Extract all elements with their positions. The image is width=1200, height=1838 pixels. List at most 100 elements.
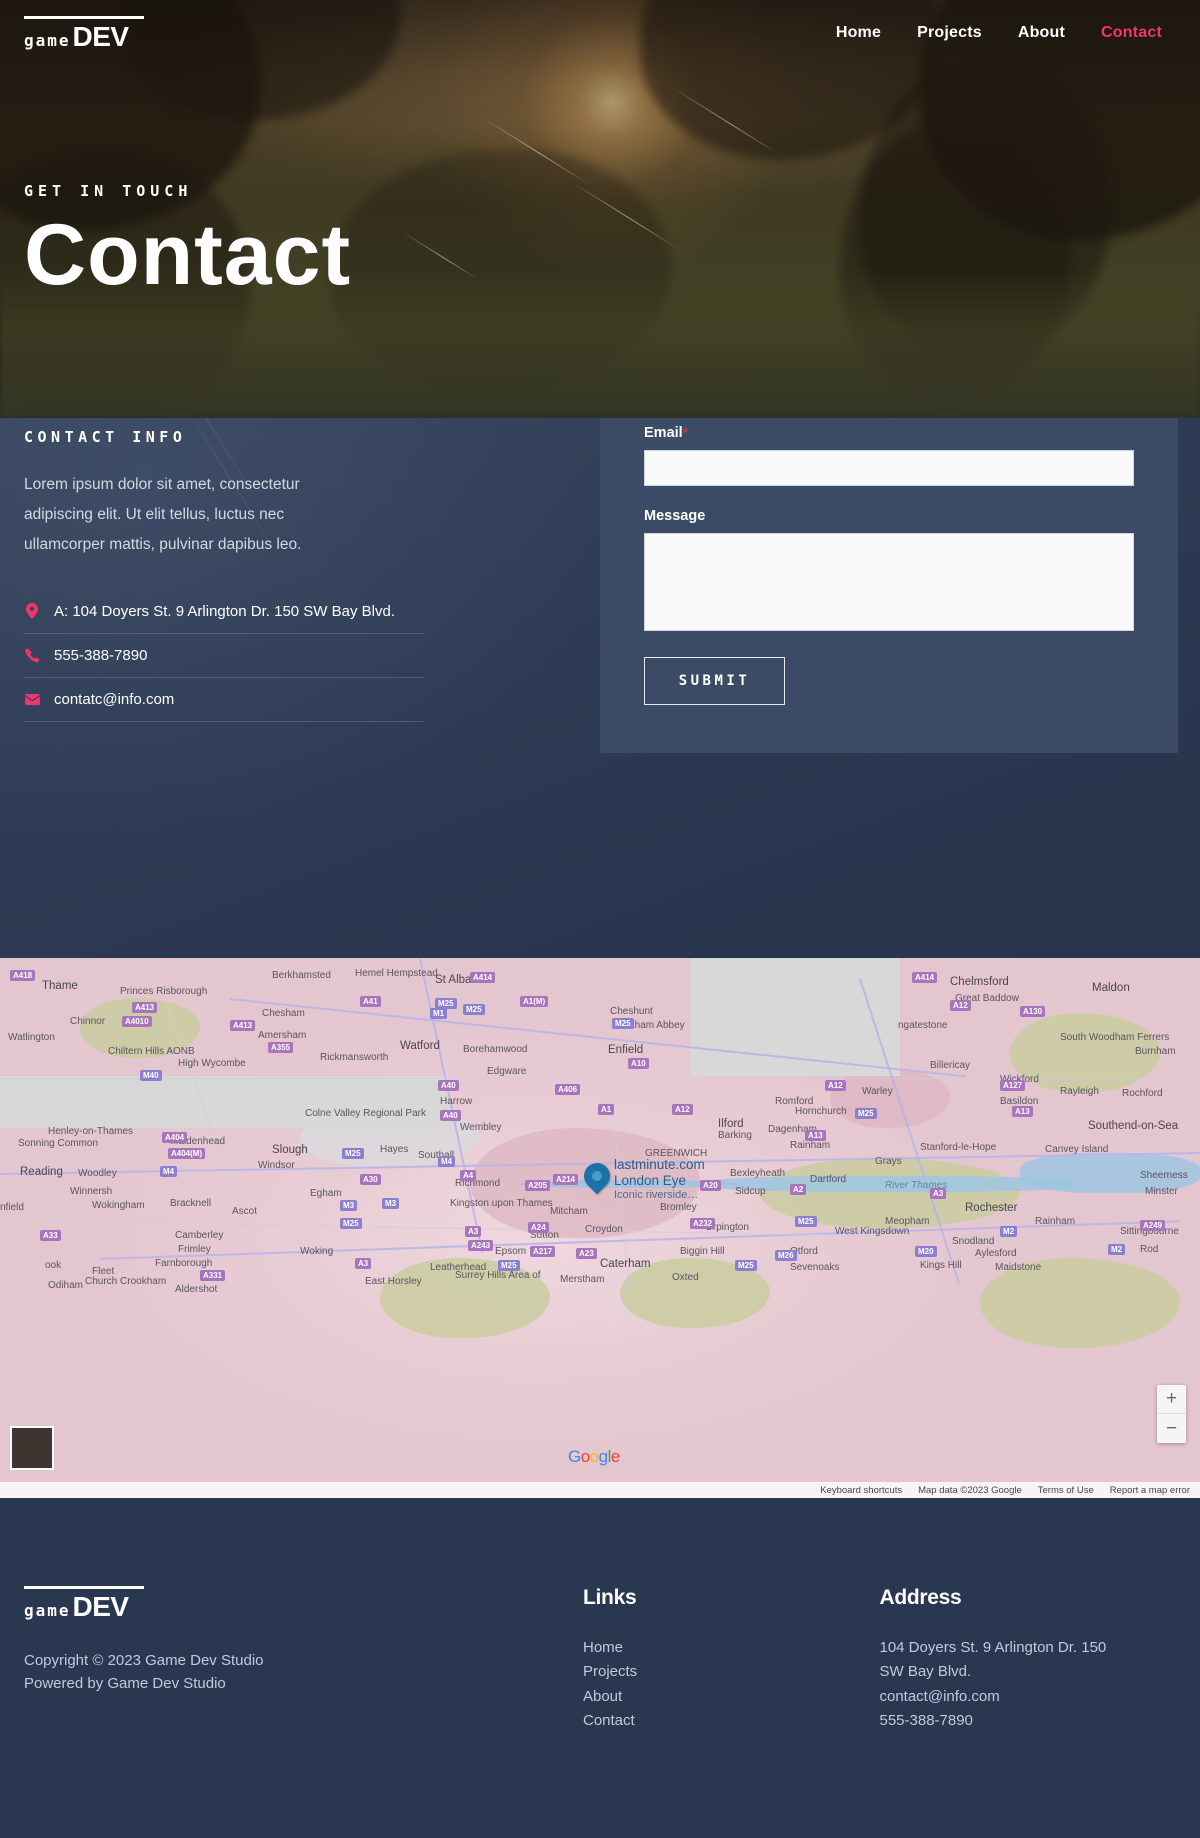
report-map-error-link[interactable]: Report a map error [1110, 1485, 1190, 1496]
contact-info-phone-item[interactable]: 555-388-7890 [24, 634, 424, 678]
map-road-badge: A12 [672, 1104, 693, 1115]
map-place-label: Slough [272, 1144, 308, 1156]
map-place-label: Rochford [1122, 1088, 1163, 1099]
map-place-label: Kingston upon Thames [450, 1198, 553, 1209]
google-logo-letter: o [590, 1447, 599, 1466]
map-data-credit: Map data ©2023 Google [918, 1485, 1022, 1496]
map-road-badge: A40 [440, 1110, 461, 1121]
map-road-badge: M40 [140, 1070, 162, 1081]
zoom-out-button[interactable]: − [1157, 1414, 1186, 1443]
map-road-badge: A12 [825, 1080, 846, 1091]
map-place-label: Hornchurch [795, 1106, 847, 1117]
google-logo-letter: e [611, 1447, 620, 1466]
map-place-label: Camberley [175, 1230, 223, 1241]
map-place-label: Watford [400, 1040, 440, 1052]
contact-info-list: A: 104 Doyers St. 9 Arlington Dr. 150 SW… [24, 599, 424, 722]
contact-section: CONTACT INFO Lorem ipsum dolor sit amet,… [0, 418, 1200, 958]
contact-info-phone-text: 555-388-7890 [54, 647, 147, 664]
map-road-badge: A1(M) [520, 996, 548, 1007]
map-section[interactable]: ThameBerkhamstedHemel HempsteadSt Albans… [0, 958, 1200, 1498]
contact-info-heading: CONTACT INFO [24, 428, 454, 446]
footer-logo[interactable]: gameDEV [24, 1586, 144, 1621]
map-road-badge: A12 [950, 1000, 971, 1011]
map-place-label: Borehamwood [463, 1044, 527, 1055]
submit-button[interactable]: SUBMIT [644, 657, 785, 705]
top-navigation: gameDEV Home Projects About Contact [0, 0, 1200, 66]
map-place-label: Bromley [660, 1202, 697, 1213]
map-road-badge: A404 [162, 1132, 187, 1143]
contact-info-email-item[interactable]: contatc@info.com [24, 678, 424, 722]
logo-game-text: game [24, 31, 71, 50]
map-road-badge: M3 [340, 1200, 357, 1211]
footer-address-phone[interactable]: 555-388-7890 [879, 1709, 1124, 1733]
map-road-badge: M25 [342, 1148, 364, 1159]
footer-address-email[interactable]: contact@info.com [879, 1685, 1124, 1709]
footer-link-projects[interactable]: Projects [583, 1660, 880, 1684]
footer-link-about[interactable]: About [583, 1685, 880, 1709]
nav-item-home[interactable]: Home [836, 24, 881, 42]
terms-of-use-link[interactable]: Terms of Use [1038, 1485, 1094, 1496]
map-road-badge: M20 [915, 1246, 937, 1257]
map-place-label: nfield [0, 1202, 24, 1213]
footer-link-contact[interactable]: Contact [583, 1709, 880, 1733]
map-place-label: Maidstone [995, 1262, 1041, 1273]
map-road-badge: A2 [790, 1184, 806, 1195]
nav-item-contact[interactable]: Contact [1101, 24, 1162, 42]
google-logo[interactable]: Google [568, 1447, 620, 1467]
map-place-label: Colne Valley Regional Park [305, 1108, 426, 1119]
map-place-label: Minster [1145, 1186, 1178, 1197]
map-road-badge: A331 [200, 1270, 225, 1281]
map-place-label: Sheerness [1140, 1170, 1188, 1181]
contact-info-email-text: contatc@info.com [54, 691, 174, 708]
google-logo-letter: g [599, 1447, 608, 1466]
map-canvas[interactable]: ThameBerkhamstedHemel HempsteadSt Albans… [0, 958, 1200, 1498]
map-road-badge: A33 [40, 1230, 61, 1241]
map-marker-london-eye[interactable]: lastminute.com London Eye Iconic riversi… [584, 1163, 610, 1189]
contact-info-paragraph: Lorem ipsum dolor sit amet, consectetur … [24, 470, 369, 561]
zoom-in-button[interactable]: + [1157, 1385, 1186, 1414]
map-place-label: Chinnor [70, 1016, 105, 1027]
footer-link-home[interactable]: Home [583, 1636, 880, 1660]
nav-item-about[interactable]: About [1018, 24, 1065, 42]
message-field-label: Message [644, 508, 1134, 524]
copyright-line-2: Powered by Game Dev Studio [24, 1672, 583, 1695]
map-place-label: Aylesford [975, 1248, 1017, 1259]
map-road-badge: A127 [1000, 1080, 1025, 1091]
map-road-badge: A3 [355, 1258, 371, 1269]
map-place-label: Maldon [1092, 982, 1130, 994]
marker-title-line1: lastminute.com [614, 1157, 705, 1173]
map-place-label: Winnersh [70, 1186, 112, 1197]
map-road-badge: A232 [690, 1218, 715, 1229]
map-place-label: West Kingsdown [835, 1226, 909, 1237]
email-input[interactable] [644, 450, 1134, 486]
map-road-badge: A1 [598, 1104, 614, 1115]
contact-page: gameDEV Home Projects About Contact GET … [0, 0, 1200, 1838]
map-place-label: Epsom [495, 1246, 526, 1257]
map-road-badge: M4 [160, 1166, 177, 1177]
map-place-label: Rainham [1035, 1216, 1075, 1227]
map-road-badge: A214 [553, 1174, 578, 1185]
map-place-label: Henley-on-Thames [48, 1126, 133, 1137]
map-road-badge: M3 [382, 1198, 399, 1209]
keyboard-shortcuts-link[interactable]: Keyboard shortcuts [820, 1485, 902, 1496]
map-road-badge: M25 [498, 1260, 520, 1271]
map-place-label: Canvey Island [1045, 1144, 1108, 1155]
map-place-label: Caterham [600, 1258, 651, 1270]
site-logo[interactable]: gameDEV [24, 16, 144, 51]
map-place-label: Rochester [965, 1202, 1017, 1214]
nav-item-projects[interactable]: Projects [917, 24, 982, 42]
map-blank-tile [0, 1076, 450, 1128]
message-textarea[interactable] [644, 533, 1134, 631]
street-view-thumbnail[interactable] [10, 1426, 54, 1470]
hero-section: gameDEV Home Projects About Contact GET … [0, 0, 1200, 418]
contact-info-address-item[interactable]: A: 104 Doyers St. 9 Arlington Dr. 150 SW… [24, 599, 424, 634]
map-road-badge: A23 [576, 1248, 597, 1259]
map-place-label: Bracknell [170, 1198, 211, 1209]
map-place-label: East Horsley [365, 1276, 422, 1287]
map-road-badge: A404(M) [168, 1148, 205, 1159]
footer-copyright: Copyright © 2023 Game Dev Studio Powered… [24, 1649, 583, 1696]
spacer [644, 486, 1134, 508]
map-place-label: South Woodham Ferrers [1060, 1032, 1169, 1043]
map-road-badge: M25 [463, 1004, 485, 1015]
map-place-label: Billericay [930, 1060, 970, 1071]
